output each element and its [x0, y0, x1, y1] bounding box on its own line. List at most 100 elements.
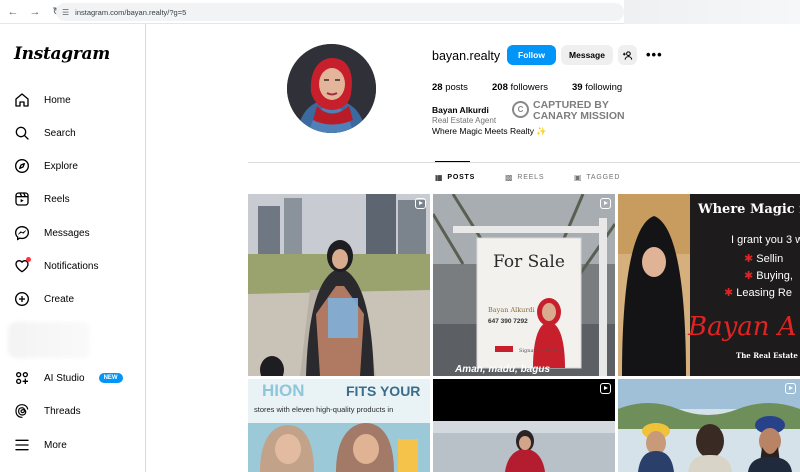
reel-indicator-icon — [785, 383, 796, 394]
sidebar-item-home[interactable]: Home — [10, 87, 138, 113]
tag-icon: ▣ — [574, 173, 583, 182]
post-2-caption-overlay: Aman, madu, bagus — [455, 364, 551, 375]
post-4-text-1: HION — [262, 381, 305, 400]
sidebar-item-label: Create — [44, 293, 75, 305]
sidebar-item-label: AI Studio — [44, 372, 85, 384]
sidebar-item-search[interactable]: Search — [10, 120, 138, 146]
site-settings-icon[interactable]: ☰ — [62, 8, 69, 17]
home-icon — [12, 90, 32, 110]
menu-icon — [12, 435, 32, 455]
ai-studio-icon — [12, 368, 32, 388]
post-3-item1: ✱ Sellin — [744, 252, 783, 265]
post-2-sign-name: Bayan Alkurdi — [488, 306, 535, 314]
post-3-subtitle: The Real Estate G — [736, 351, 800, 360]
post-image-5 — [433, 379, 615, 472]
post-3-item1-text: Sellin — [756, 253, 784, 265]
forward-icon[interactable]: → — [26, 3, 44, 21]
sidebar: Instagram Home Search Explore Reels Mess… — [0, 24, 146, 472]
tab-label: REELS — [517, 174, 545, 181]
followers-label: followers — [510, 82, 549, 93]
reels-tab-icon: ▩ — [505, 173, 514, 182]
sidebar-item-label: Home — [44, 94, 71, 106]
sidebar-item-more[interactable]: More — [10, 432, 138, 458]
post-3-item3: ✱ Leasing Re — [724, 286, 792, 299]
grid-icon: ▦ — [435, 173, 444, 182]
watermark-line-2: CANARY MISSION — [533, 110, 625, 122]
watermark-text: CAPTURED BY CANARY MISSION — [533, 100, 625, 122]
profile-avatar[interactable] — [287, 44, 376, 133]
heart-icon — [12, 256, 32, 276]
posts-stat: 28 posts — [432, 82, 468, 93]
post-3-item2-text: Buying, — [756, 270, 793, 282]
address-bar[interactable]: ☰ instagram.com/bayan.realty/?g=5 — [56, 3, 624, 21]
tab-label: POSTS — [447, 174, 476, 181]
sidebar-item-threads[interactable]: Threads — [10, 398, 138, 424]
watermark-logo-icon: C — [512, 101, 529, 118]
sidebar-item-ai-studio[interactable]: AI Studio NEW — [10, 365, 138, 391]
sidebar-item-label: Explore — [44, 160, 78, 172]
post-4-text-2: FITS YOUR — [346, 383, 421, 399]
following-stat[interactable]: 39 following — [572, 82, 622, 93]
more-options-icon[interactable]: ••• — [646, 47, 663, 62]
compass-icon — [12, 156, 32, 176]
profile-username: bayan.realty — [432, 49, 501, 63]
sidebar-item-explore[interactable]: Explore — [10, 153, 138, 179]
profile-category: Real Estate Agent — [432, 116, 497, 125]
post-3-item2: ✱ Buying, — [744, 269, 793, 282]
post-tile-5[interactable] — [433, 379, 615, 472]
post-3-script-name: Bayan A — [688, 312, 797, 342]
post-image-1 — [248, 194, 430, 376]
post-tile-2[interactable]: For Sale Bayan Alkurdi 647 390 7292 Sign… — [433, 194, 615, 376]
sidebar-item-label: Notifications — [44, 260, 99, 272]
post-tile-3[interactable]: Where Magic m I grant you 3 w ✱ Sellin ✱… — [618, 194, 800, 376]
post-3-bullet-icon: ✱ — [744, 270, 754, 282]
message-button[interactable]: Message — [561, 45, 613, 65]
add-person-icon — [622, 50, 633, 60]
sidebar-item-label: More — [44, 439, 67, 451]
back-icon[interactable]: ← — [4, 3, 22, 21]
follow-button[interactable]: Follow — [507, 45, 556, 65]
toolbar-blur-region — [624, 0, 800, 24]
post-tile-4[interactable]: HION FITS YOUR stores with eleven high-q… — [248, 379, 430, 472]
post-tile-6[interactable] — [618, 379, 800, 472]
sidebar-item-create[interactable]: Create — [10, 286, 138, 312]
profile-full-name: Bayan Alkurdi — [432, 105, 489, 115]
reel-indicator-icon — [600, 198, 611, 209]
reel-indicator-icon — [600, 383, 611, 394]
post-3-headline: Where Magic m — [698, 202, 800, 217]
post-tile-1[interactable] — [248, 194, 430, 376]
followers-stat[interactable]: 208 followers — [492, 82, 548, 93]
sidebar-item-reels[interactable]: Reels — [10, 186, 138, 212]
browser-toolbar: ← → ↻ ☰ instagram.com/bayan.realty/?g=5 — [0, 0, 800, 24]
post-image-3 — [618, 194, 800, 376]
suggest-user-button[interactable] — [618, 45, 637, 65]
tab-tagged[interactable]: ▣ TAGGED — [574, 173, 620, 182]
active-tab-indicator — [435, 161, 470, 162]
messenger-icon — [12, 223, 32, 243]
post-4-text-3: stores with eleven high-quality products… — [254, 405, 394, 414]
notification-dot — [26, 257, 31, 262]
posts-label: posts — [445, 82, 468, 93]
new-badge: NEW — [98, 373, 123, 383]
tab-reels[interactable]: ▩ REELS — [505, 173, 544, 182]
post-3-bullet-icon: ✱ — [724, 287, 734, 299]
followers-count: 208 — [492, 82, 508, 93]
post-2-sign-brand: Signature Realty — [519, 348, 562, 354]
url-text: instagram.com/bayan.realty/?g=5 — [75, 7, 187, 17]
post-3-item3-text: Leasing Re — [736, 287, 792, 299]
plus-square-icon — [12, 289, 32, 309]
sidebar-item-notifications[interactable]: Notifications — [10, 253, 138, 279]
following-count: 39 — [572, 82, 583, 93]
profile-item-blurred[interactable] — [8, 322, 90, 358]
tab-posts[interactable]: ▦ POSTS — [435, 173, 475, 182]
post-image-6 — [618, 379, 800, 472]
sidebar-item-messages[interactable]: Messages — [10, 220, 138, 246]
post-3-line1: I grant you 3 w — [731, 234, 800, 246]
reels-icon — [12, 189, 32, 209]
tab-label: TAGGED — [586, 174, 621, 181]
reel-indicator-icon — [415, 198, 426, 209]
instagram-logo[interactable]: Instagram — [14, 44, 110, 64]
posts-count: 28 — [432, 82, 443, 93]
search-icon — [12, 123, 32, 143]
sidebar-item-label: Threads — [44, 405, 81, 417]
